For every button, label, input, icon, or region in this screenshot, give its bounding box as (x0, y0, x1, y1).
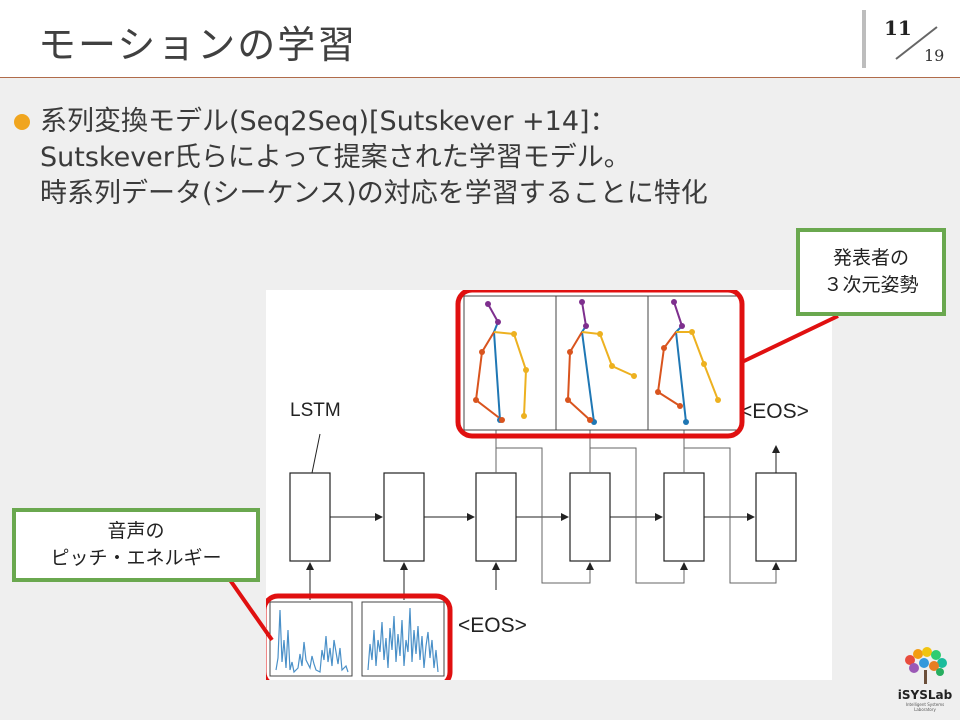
audio-callout: 音声の ピッチ・エネルギー (12, 508, 260, 582)
brain-tree-icon (905, 647, 947, 684)
lstm-label: LSTM (290, 400, 341, 421)
lstm-cell-6 (755, 472, 797, 562)
lstm-cell-3 (475, 472, 517, 562)
page-number-total: 19 (924, 46, 945, 65)
logo-subtitle: Intelligent Systems Laboratory (905, 702, 945, 712)
audio-callout-line-2: ピッチ・エネルギー (50, 547, 222, 569)
slide-header: モーションの学習 11 19 (0, 0, 960, 78)
bullet-text: 系列変換モデル(Seq2Seq)[Sutskever +14]： Sutskev… (40, 104, 708, 212)
pose-frame-1 (463, 295, 557, 431)
seq2seq-figure: LSTM <EOS> <EOS> (266, 290, 832, 680)
page-number-current: 11 (884, 16, 912, 40)
bullet-line-2: Sutskever氏らによって提案された学習モデル。 (40, 142, 631, 173)
pose-frames (463, 295, 741, 431)
bullet-dot-icon (14, 114, 30, 130)
lstm-cell-1 (289, 472, 331, 562)
isyslab-logo: iSYSLab Intelligent Systems Laboratory (896, 644, 954, 712)
decoder-feedback-lines (495, 430, 780, 584)
lstm-cell-4 (569, 472, 611, 562)
logo-name: iSYSLab (897, 688, 953, 702)
pitch-frames (269, 601, 445, 677)
pose-callout: 発表者の ３次元姿勢 (796, 228, 946, 316)
pose-callout-line-2: ３次元姿勢 (823, 274, 919, 296)
slide: モーションの学習 11 19 系列変換モデル(Seq2Seq)[Sutskeve… (0, 0, 960, 720)
lstm-cell-5 (663, 472, 705, 562)
bullet-line-3: 時系列データ(シーケンス)の対応を学習することに特化 (40, 178, 708, 209)
header-divider (862, 10, 866, 68)
eos-output-label: <EOS> (740, 400, 809, 423)
slide-title: モーションの学習 (38, 23, 358, 67)
eos-input-label: <EOS> (458, 614, 527, 637)
bullet-line-1: 系列変換モデル(Seq2Seq)[Sutskever +14]： (40, 106, 617, 137)
audio-callout-line-1: 音声の (107, 520, 165, 542)
pose-callout-line-1: 発表者の (832, 247, 909, 269)
seq2seq-diagram: LSTM <EOS> <EOS> (266, 290, 809, 680)
lstm-cell-2 (383, 472, 425, 562)
lstm-label-pointer (311, 433, 321, 474)
